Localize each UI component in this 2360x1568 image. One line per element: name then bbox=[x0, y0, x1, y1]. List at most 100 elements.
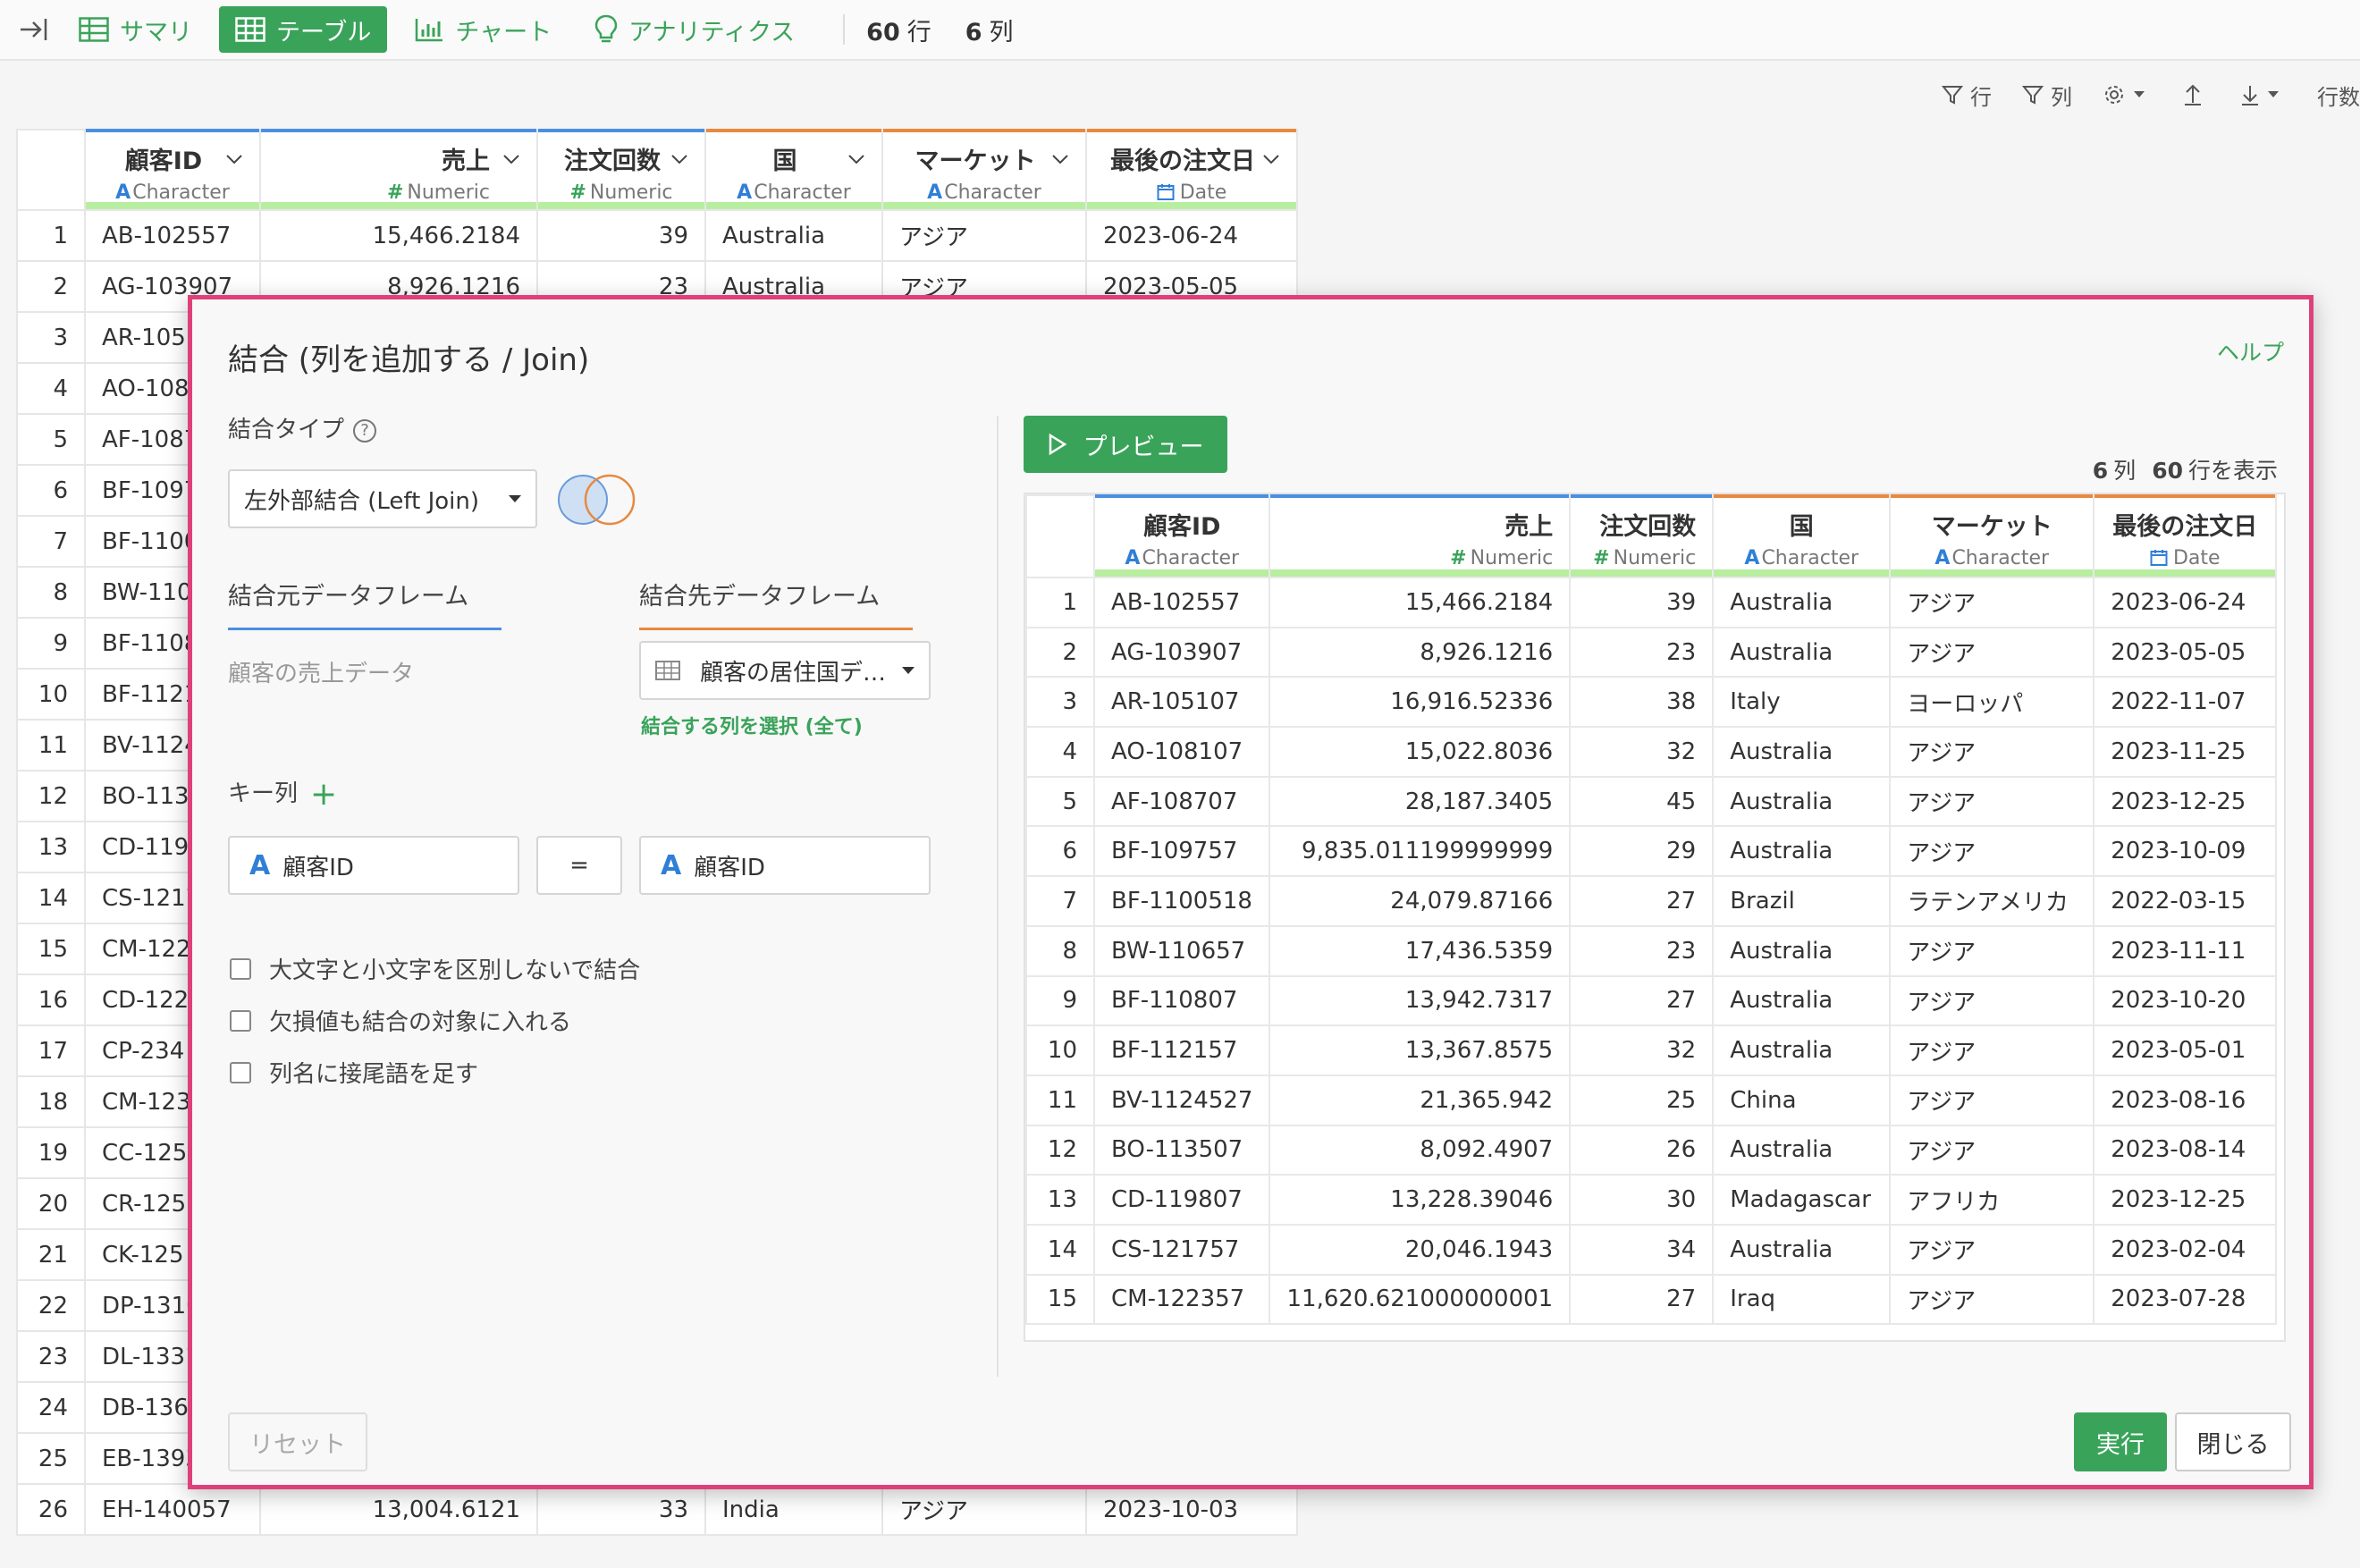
table-cell: 2023-08-14 bbox=[2093, 1124, 2278, 1176]
settings-menu-button[interactable] bbox=[2103, 83, 2153, 106]
table-row[interactable]: 1 AB-102557 15,466.2184 39 Australia アジア 2023-… bbox=[1025, 577, 2278, 628]
option-include-missing[interactable]: 欠損値も結合の対象に入れる bbox=[230, 1004, 571, 1037]
chevron-down-icon[interactable] bbox=[1262, 154, 1280, 164]
select-join-columns-link[interactable]: 結合する列を選択 (全て) bbox=[641, 711, 863, 739]
chevron-down-icon[interactable] bbox=[502, 154, 520, 164]
chevron-down-icon[interactable] bbox=[670, 154, 688, 164]
row-number-cell: 13 bbox=[1025, 1174, 1095, 1226]
table-row[interactable]: 14 CS-121757 20,046.1943 34 Australia アジア 2023… bbox=[1025, 1223, 2278, 1276]
help-circle-icon[interactable]: ? bbox=[353, 418, 377, 443]
tab-analytics[interactable]: アナリティクス bbox=[578, 6, 811, 53]
table-row[interactable]: 1 AB-102557 15,466.2184 39 Australia アジア 2023-… bbox=[16, 209, 1298, 262]
checkbox[interactable] bbox=[230, 1061, 251, 1083]
table-row[interactable]: 9 BF-110807 13,942.7317 27 Australia アジア 2023-… bbox=[1025, 974, 2278, 1027]
table-cell: ラテンアメリカ bbox=[1889, 875, 2095, 927]
column-header[interactable]: 売上 # Numeric bbox=[259, 129, 538, 211]
column-header[interactable]: 注文回数 # Numeric bbox=[536, 129, 706, 211]
add-key-icon[interactable]: + bbox=[310, 776, 337, 813]
chevron-down-icon[interactable] bbox=[225, 154, 243, 164]
preview-table-container[interactable]: 顧客ID ACharacter 売上 # Numeric 注文回数 # Numeri… bbox=[1024, 493, 2286, 1342]
row-number-cell: 2 bbox=[16, 260, 86, 313]
key-right-select[interactable]: A 顧客ID bbox=[639, 836, 931, 895]
table-icon bbox=[235, 17, 266, 42]
preview-button[interactable]: プレビュー bbox=[1024, 416, 1227, 473]
filter-icon bbox=[1942, 86, 1963, 105]
row-number-cell: 6 bbox=[1025, 825, 1095, 878]
checkbox[interactable] bbox=[230, 1009, 251, 1032]
table-row[interactable]: 10 BF-112157 13,367.8575 32 Australia アジア 2023… bbox=[1025, 1024, 2278, 1076]
help-link[interactable]: ヘルプ bbox=[2217, 335, 2284, 367]
table-cell: アジア bbox=[1889, 974, 2095, 1027]
column-header[interactable]: 顧客ID ACharacter bbox=[84, 129, 261, 211]
table-row[interactable]: 11 BV-1124527 21,365.942 25 China アジア 2023-08-… bbox=[1025, 1074, 2278, 1126]
chevron-down-icon[interactable] bbox=[1051, 154, 1069, 164]
close-button[interactable]: 閉じる bbox=[2175, 1412, 2291, 1471]
tab-table[interactable]: テーブル bbox=[219, 6, 388, 53]
row-number-cell: 15 bbox=[16, 923, 86, 975]
table-cell: 2023-05-01 bbox=[2093, 1024, 2278, 1076]
table-cell: 23 bbox=[1569, 626, 1715, 679]
table-cell: 25 bbox=[1569, 1074, 1715, 1126]
key-operator[interactable]: = bbox=[536, 836, 622, 895]
table-cell: 29 bbox=[1569, 825, 1715, 878]
table-cell: BO-113507 bbox=[1092, 1124, 1271, 1176]
table-cell: Australia bbox=[1712, 726, 1892, 778]
table-cell: 27 bbox=[1569, 1273, 1715, 1326]
run-button[interactable]: 実行 bbox=[2074, 1412, 2167, 1471]
character-type-icon: A bbox=[249, 849, 271, 881]
option-case-insensitive[interactable]: 大文字と小文字を区別しないで結合 bbox=[230, 952, 640, 985]
row-number-cell: 23 bbox=[16, 1330, 86, 1383]
reset-button[interactable]: リセット bbox=[228, 1412, 367, 1471]
table-cell: Australia bbox=[704, 209, 883, 262]
filter-rows-button[interactable]: 行 bbox=[1942, 80, 1992, 111]
table-row[interactable]: 8 BW-110657 17,436.5359 23 Australia アジア 2023-… bbox=[1025, 924, 2278, 977]
table-row[interactable]: 12 BO-113507 8,092.4907 26 Australia アジア 2023-… bbox=[1025, 1124, 2278, 1176]
table-cell: アフリカ bbox=[1889, 1174, 2095, 1226]
table-row[interactable]: 15 CM-122357 11,620.621000000001 27 Iraq アジア 2… bbox=[1025, 1273, 2278, 1326]
option-add-suffix[interactable]: 列名に接尾語を足す bbox=[230, 1056, 478, 1089]
preview-column-header: 国 ACharacter bbox=[1712, 494, 1892, 578]
column-header[interactable]: 国 ACharacter bbox=[704, 129, 883, 211]
checkbox[interactable] bbox=[230, 957, 251, 980]
table-row[interactable]: 6 BF-109757 9,835.011199999999 29 Australia ア… bbox=[1025, 825, 2278, 878]
tab-chart[interactable]: チャート bbox=[398, 6, 568, 53]
table-cell: 2023-12-25 bbox=[2093, 1174, 2278, 1226]
row-number-cell: 5 bbox=[1025, 775, 1095, 828]
column-header[interactable]: マーケット ACharacter bbox=[881, 129, 1087, 211]
table-cell: 33 bbox=[536, 1483, 706, 1536]
key-left-select[interactable]: A 顧客ID bbox=[228, 836, 519, 895]
table-cell: 8,926.1216 bbox=[1268, 626, 1572, 679]
filter-columns-button[interactable]: 列 bbox=[2022, 80, 2072, 111]
chevron-down-icon[interactable] bbox=[847, 154, 865, 164]
column-header[interactable]: 最後の注文日 Date bbox=[1085, 129, 1298, 211]
character-type-icon: A bbox=[927, 181, 943, 204]
tab-summary[interactable]: サマリ bbox=[63, 6, 208, 53]
table-row[interactable]: 4 AO-108107 15,022.8036 32 Australia アジア 2023-… bbox=[1025, 726, 2278, 778]
dialog-title: 結合 (列を追加する / Join) bbox=[228, 342, 590, 378]
table-cell: India bbox=[704, 1483, 883, 1536]
row-count-toggle[interactable]: 行数 bbox=[2317, 80, 2360, 111]
table-cell: Australia bbox=[1712, 775, 1892, 828]
row-number-cell: 12 bbox=[16, 770, 86, 822]
upload-button[interactable] bbox=[2183, 83, 2210, 106]
row-number-cell: 15 bbox=[1025, 1273, 1095, 1326]
table-cell: 26 bbox=[1569, 1124, 1715, 1176]
table-cell: 2023-05-05 bbox=[2093, 626, 2278, 679]
collapse-panel-icon[interactable] bbox=[16, 12, 52, 47]
table-row[interactable]: 26 EH-140057 13,004.6121 33 India アジア 2023-10-… bbox=[16, 1483, 1298, 1536]
play-icon bbox=[1049, 433, 1066, 456]
target-dataframe-select[interactable]: 顧客の居住国デ… bbox=[639, 641, 931, 700]
table-cell: Australia bbox=[1712, 1223, 1892, 1276]
preview-column-header: 売上 # Numeric bbox=[1268, 494, 1572, 578]
table-row[interactable]: 7 BF-1100518 24,079.87166 27 Brazil ラテンアメリカ 20… bbox=[1025, 875, 2278, 927]
join-type-select[interactable]: 左外部結合 (Left Join) bbox=[228, 469, 537, 528]
table-row[interactable]: 13 CD-119807 13,228.39046 30 Madagascar アフリカ 2… bbox=[1025, 1174, 2278, 1226]
table-row[interactable]: 2 AG-103907 8,926.1216 23 Australia アジア 2023-0… bbox=[1025, 626, 2278, 679]
table-row[interactable]: 3 AR-105107 16,916.52336 38 Italy ヨーロッパ 2022-1… bbox=[1025, 676, 2278, 729]
table-cell: CM-122357 bbox=[1092, 1273, 1271, 1326]
table-cell: 2022-11-07 bbox=[2093, 676, 2278, 729]
tab-chart-label: チャート bbox=[455, 18, 552, 46]
download-menu-button[interactable] bbox=[2240, 83, 2287, 106]
table-row[interactable]: 5 AF-108707 28,187.3405 45 Australia アジア 2023-… bbox=[1025, 775, 2278, 828]
table-cell: Australia bbox=[1712, 577, 1892, 628]
